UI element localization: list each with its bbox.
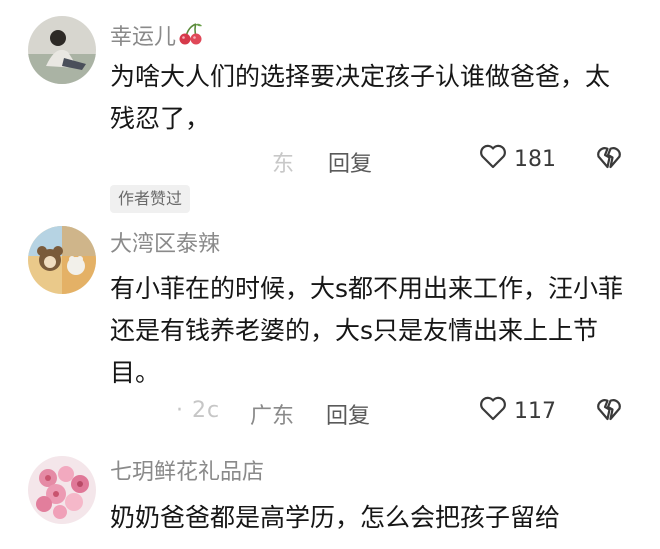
comment-text: 有小菲在的时候，大s都不用出来工作，汪小菲还是有钱养老婆的，大s只是友情出来上上… [110,274,624,387]
avatar[interactable] [28,226,96,294]
broken-heart-icon [594,147,624,176]
comment-location: 东 [272,152,295,177]
like-button[interactable]: 117 [478,394,556,428]
dislike-button[interactable] [594,394,624,428]
reply-button[interactable]: 回复 [328,146,372,178]
author-liked-badge: 作者赞过 [110,185,191,213]
comment-text: 为啥大人们的选择要决定孩子认谁做爸爸，太残忍了， [110,62,611,133]
like-count: 181 [514,146,556,172]
comment-text: 奶奶爸爸都是高学历，怎么会把孩子留给 [110,503,561,532]
heart-outline-icon [478,142,508,176]
heart-outline-icon [478,394,508,428]
comment-meta: · 2c 广东 回复 117 [110,394,640,430]
username[interactable]: 幸运儿 [110,22,204,51]
reply-button[interactable]: 回复 [326,398,370,430]
comment-time: · 2c [176,398,221,423]
username[interactable]: 七玥鲜花礼品店 [110,462,264,484]
like-count: 117 [514,398,556,424]
broken-heart-icon [594,399,624,428]
dislike-button[interactable] [594,142,624,176]
comment-meta: 东 回复 181 [110,142,640,178]
like-button[interactable]: 181 [478,142,556,176]
avatar[interactable] [28,456,96,524]
avatar[interactable] [28,16,96,84]
username[interactable]: 大湾区泰辣 [110,234,220,256]
comment-location: 广东 [250,404,295,429]
cherry-icon [178,22,204,51]
